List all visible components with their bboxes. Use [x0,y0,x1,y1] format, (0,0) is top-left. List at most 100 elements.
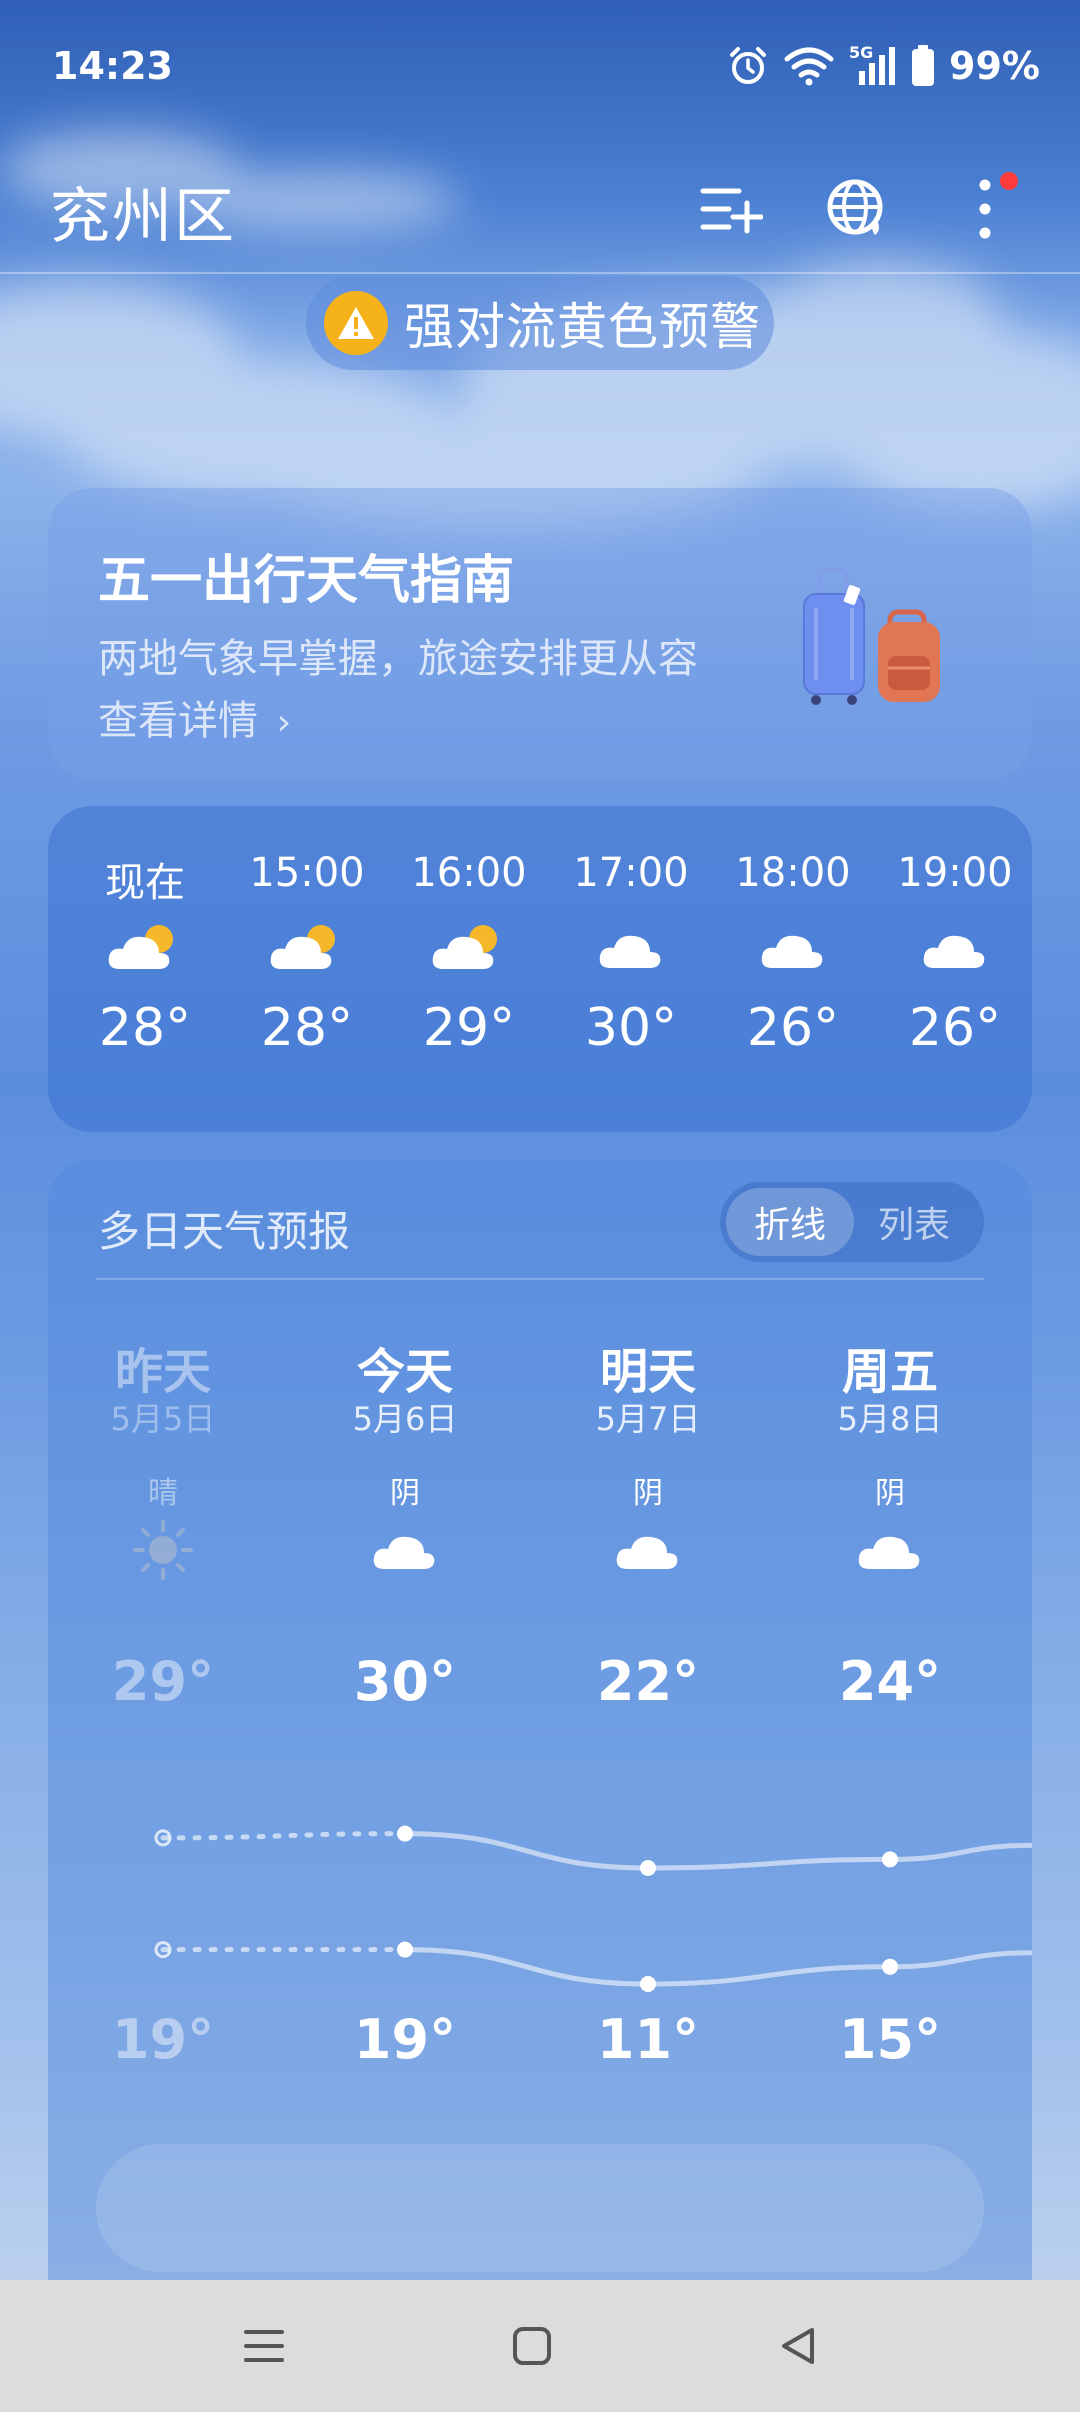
day-item-today[interactable]: 今天 5月6日 阴 [305,1332,505,1590]
day-item-yesterday[interactable]: 昨天 5月5日 晴 [63,1332,263,1590]
day-name: 周五 [841,1344,938,1400]
hour-item: 15:00 28° [226,850,388,1058]
day-condition: 阴 [633,1476,663,1511]
low-temp-point [397,1941,413,1958]
globe-button[interactable] [812,164,902,254]
day-date: 5月5日 [110,1400,216,1438]
hour-time: 19:00 [897,850,1013,896]
toggle-line-view[interactable]: 折线 [726,1188,854,1256]
notification-dot [1000,172,1018,190]
cloudy-icon [712,904,874,994]
globe-icon [827,179,883,235]
status-time: 14:23 [52,44,173,88]
high-temp-point [882,1851,898,1868]
wifi-icon [784,47,834,86]
app-header: 兖州区 [0,150,1080,274]
cloudy-icon [790,1510,990,1590]
day-low-temp: 11° [596,2008,700,2071]
multi-day-forecast-card: 多日天气预报 折线 列表 昨天 5月5日 晴 今天 5月6日 阴 明天 5月7日… [48,1160,1032,2280]
hour-time: 16:00 [411,850,527,896]
day-low-temp: 15° [838,2008,942,2071]
hourly-forecast-card[interactable]: 现在 28° 15:00 28° 16:00 29° 17:00 30° 18:… [48,806,1032,1132]
luggage-illustration [803,568,940,705]
battery-icon [912,45,935,86]
menu-icon [244,2330,284,2362]
hour-temp: 26° [908,998,1002,1058]
toggle-list-view[interactable]: 列表 [850,1188,978,1256]
hour-temp: 28° [98,998,192,1058]
day-name: 明天 [599,1344,696,1400]
day-high-temp: 22° [596,1650,700,1713]
weather-alert-pill[interactable]: 强对流黄色预警 [306,276,774,370]
back-button[interactable] [762,2310,834,2382]
hour-temp: 28° [260,998,354,1058]
hour-time: 18:00 [735,850,851,896]
hour-item: 现在 28° [64,850,226,1058]
high-temp-line-segment [645,1856,893,1871]
guide-subtitle: 两地气象早掌握，旅途安排更从容 [98,636,698,682]
day-high-temp: 30° [353,1650,457,1713]
day-high-temp: 24° [838,1650,942,1713]
low-temp-line-segment [402,1947,651,1987]
guide-link-label: 查看详情 [98,698,258,744]
cloudy-icon [874,904,1036,994]
day-condition: 阴 [875,1476,905,1511]
hour-temp: 30° [584,998,678,1058]
hour-item: 16:00 29° [388,850,550,1058]
low-temp-point [882,1958,898,1975]
hour-temp: 29° [422,998,516,1058]
day-date: 5月6日 [352,1400,458,1438]
status-icons: 5G 99% [727,42,1040,90]
day-high-temp: 29° [111,1650,215,1713]
low-temp-point [640,1976,656,1992]
add-city-icon [700,188,763,234]
cellular-signal-icon: 5G [849,43,897,87]
forecast-more-pill[interactable] [96,2144,984,2272]
low-temp-line-segment [887,1950,1032,1970]
low-temp-line-segment [645,1964,893,1987]
hour-item: 19:00 26° [874,850,1036,1058]
battery-percent: 99% [949,44,1040,88]
guide-title: 五一出行天气指南 [98,551,515,611]
day-condition: 阴 [390,1476,420,1511]
alert-text: 强对流黄色预警 [404,298,761,356]
high-temp-point [640,1860,656,1876]
cloudy-icon [305,1510,505,1590]
status-bar: 14:23 5G 99% [0,0,1080,140]
recent-apps-button[interactable] [228,2310,300,2382]
day-low-temp: 19° [353,2008,457,2071]
sunny-icon [63,1510,263,1590]
chevron-right-icon: › [276,702,292,743]
day-item-tomorrow[interactable]: 明天 5月7日 阴 [548,1332,748,1590]
add-city-button[interactable] [686,164,776,254]
home-button[interactable] [496,2310,568,2382]
home-icon [513,2327,551,2365]
travel-guide-card[interactable]: 五一出行天气指南 两地气象早掌握，旅途安排更从容 查看详情 › [48,488,1032,780]
high-temp-line-segment [402,1831,651,1871]
day-name: 今天 [356,1344,453,1400]
more-icon [979,179,991,239]
hour-item: 17:00 30° [550,850,712,1058]
high-temp-line-segment [887,1842,1032,1862]
divider [96,1278,984,1280]
temperature-trend-chart [154,1825,1032,1992]
high-temp-point [397,1825,413,1842]
day-low-temp: 19° [111,2008,215,2071]
high-temp-line-segment [160,1831,408,1841]
alarm-icon [730,47,767,84]
day-condition: 晴 [148,1476,178,1511]
cloudy-icon [550,904,712,994]
warning-icon [324,291,388,355]
more-menu-button[interactable] [940,164,1030,254]
forecast-title: 多日天气预报 [98,1207,351,1256]
day-name: 昨天 [114,1344,211,1400]
cloudy-icon [548,1510,748,1590]
partly-cloudy-icon [226,904,388,994]
system-nav-bar [0,2280,1080,2412]
city-name[interactable]: 兖州区 [50,168,236,255]
back-icon [782,2328,814,2364]
hour-time: 15:00 [249,850,365,896]
day-item-friday[interactable]: 周五 5月8日 阴 [790,1332,990,1590]
guide-details-link[interactable]: 查看详情 › [98,688,291,746]
hour-item: 18:00 26° [712,850,874,1058]
